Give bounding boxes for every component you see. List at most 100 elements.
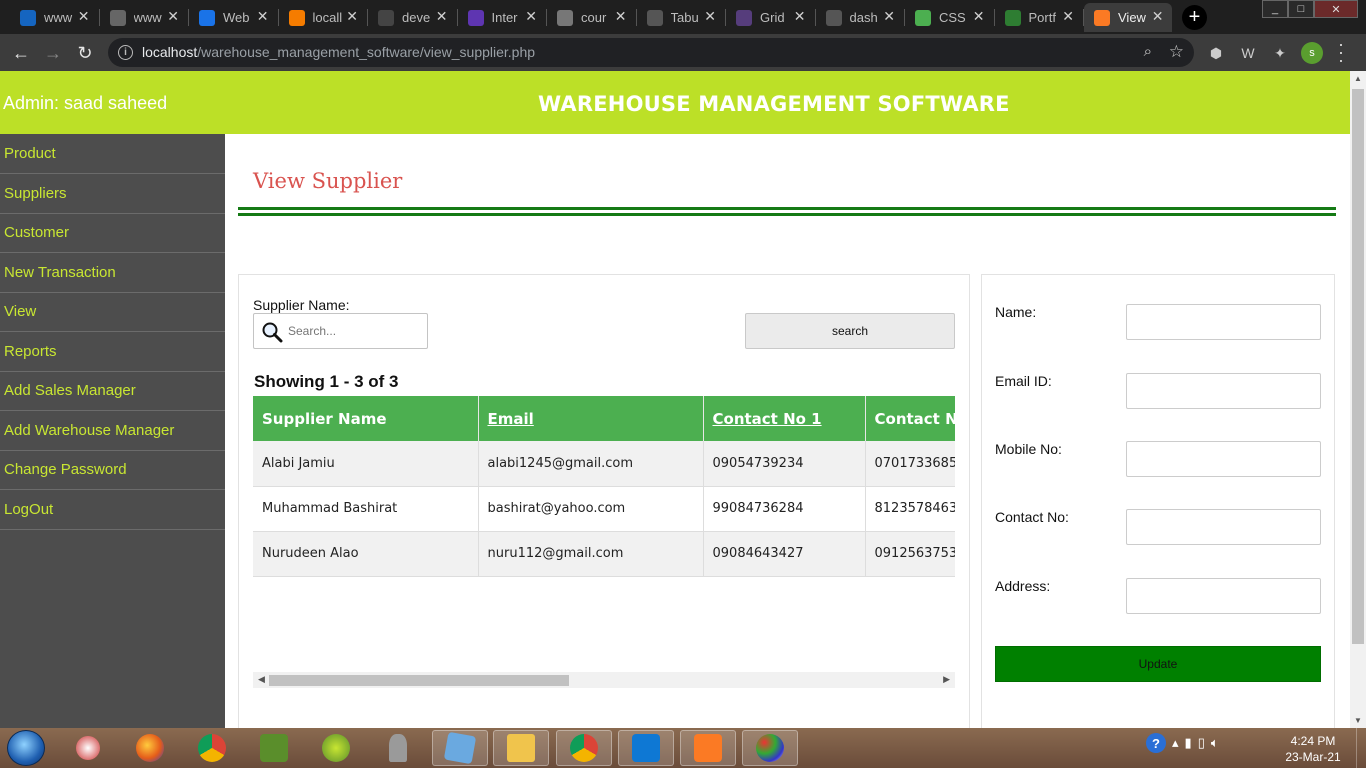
close-tab-icon[interactable]: ✕ [704, 8, 716, 25]
search-field[interactable] [253, 313, 428, 349]
name-field[interactable] [1126, 304, 1321, 340]
chrome-running-icon[interactable] [556, 730, 612, 766]
contact-field[interactable] [1126, 509, 1321, 545]
update-button[interactable]: Update [995, 646, 1321, 682]
scrollbar-thumb[interactable] [269, 675, 569, 686]
close-window-button[interactable]: ✕ [1314, 0, 1358, 18]
scroll-down-icon[interactable]: ▼ [1354, 716, 1362, 725]
paint-icon[interactable] [742, 730, 798, 766]
start-button[interactable] [7, 730, 45, 766]
new-tab-button[interactable]: + [1182, 5, 1207, 30]
address-field[interactable] [1126, 578, 1321, 614]
supplier-table-container[interactable]: Supplier Name Email Contact No 1 Contact… [253, 396, 955, 577]
column-header-email[interactable]: Email [478, 396, 704, 441]
email-field[interactable] [1126, 373, 1321, 409]
back-icon[interactable]: ← [9, 41, 33, 65]
close-tab-icon[interactable]: ✕ [883, 8, 895, 25]
taskbar-clock[interactable]: 4:24 PM 23-Mar-21 [1278, 733, 1348, 765]
search-input[interactable] [288, 322, 418, 340]
close-tab-icon[interactable]: ✕ [436, 8, 448, 25]
sidebar-item-add-sales-manager[interactable]: Add Sales Manager [0, 371, 225, 411]
close-tab-icon[interactable]: ✕ [257, 8, 269, 25]
close-tab-icon[interactable]: ✕ [1062, 8, 1074, 25]
sidebar-item-logout[interactable]: LogOut [0, 490, 225, 530]
browser-tab[interactable]: www ✕ [10, 3, 98, 32]
scroll-up-icon[interactable]: ▲ [1354, 74, 1362, 83]
extension-cube-icon[interactable]: ⬢ [1207, 44, 1225, 62]
sidebar-item-suppliers[interactable]: Suppliers [0, 174, 225, 214]
close-tab-icon[interactable]: ✕ [615, 8, 627, 25]
minimize-button[interactable]: _ [1262, 0, 1288, 18]
table-horizontal-scrollbar[interactable]: ◀ ▶ [253, 672, 955, 688]
file-explorer-icon[interactable] [493, 730, 549, 766]
page-vertical-scrollbar[interactable]: ▲ ▼ [1350, 71, 1366, 728]
volume-icon[interactable]: 🔈︎ [1211, 735, 1219, 751]
close-tab-icon[interactable]: ✕ [794, 8, 806, 25]
site-info-icon[interactable]: i [118, 45, 133, 60]
sidebar-item-reports[interactable]: Reports [0, 332, 225, 372]
firefox-icon[interactable] [122, 730, 178, 766]
browser-tab[interactable]: dash ✕ [816, 3, 904, 32]
browser-tab[interactable]: Tabu ✕ [637, 3, 725, 32]
close-tab-icon[interactable]: ✕ [973, 8, 985, 25]
mobile-field[interactable] [1126, 441, 1321, 477]
tab-separator [725, 9, 726, 26]
close-tab-icon[interactable]: ✕ [1152, 8, 1164, 25]
virtualbox-icon[interactable] [432, 730, 488, 766]
game-app-icon[interactable] [246, 730, 302, 766]
profile-avatar[interactable]: s [1301, 42, 1323, 64]
table-row[interactable]: Nurudeen Alao nuru112@gmail.com 09084643… [253, 531, 955, 577]
browser-tab[interactable]: Portf ✕ [995, 3, 1083, 32]
scroll-right-icon[interactable]: ▶ [943, 674, 950, 685]
battery-icon[interactable]: ▯ [1198, 735, 1205, 751]
snipping-tool-icon[interactable] [60, 730, 116, 766]
close-tab-icon[interactable]: ✕ [78, 8, 90, 25]
browser-tab[interactable]: locall ✕ [279, 3, 367, 32]
column-header-contact-1[interactable]: Contact No 1 [703, 396, 866, 441]
network-icon[interactable]: ▮ [1185, 735, 1192, 751]
forward-icon[interactable]: → [41, 41, 65, 65]
extensions-puzzle-icon[interactable]: ✦ [1271, 44, 1289, 62]
sidebar-item-change-password[interactable]: Change Password [0, 450, 225, 490]
browser-tab[interactable]: Grid ✕ [726, 3, 814, 32]
browser-tab[interactable]: CSS ✕ [905, 3, 993, 32]
sidebar-item-new-transaction[interactable]: New Transaction [0, 253, 225, 293]
menu-dots-icon[interactable]: · · · [1333, 35, 1349, 69]
sidebar-item-view[interactable]: View [0, 292, 225, 332]
close-tab-icon[interactable]: ✕ [167, 8, 179, 25]
show-desktop-button[interactable] [1356, 728, 1366, 768]
scroll-left-icon[interactable]: ◀ [258, 674, 265, 685]
table-cell: 09054739234 [703, 441, 866, 487]
reload-icon[interactable]: ↻ [73, 41, 97, 65]
browser-tab[interactable]: www ✕ [100, 3, 188, 32]
browser-tab-title: locall [312, 10, 343, 25]
vscode-icon[interactable] [618, 730, 674, 766]
xampp-icon[interactable] [680, 730, 736, 766]
close-tab-icon[interactable]: ✕ [346, 8, 358, 25]
browser-tab[interactable]: cour ✕ [547, 3, 635, 32]
sidebar-item-customer[interactable]: Customer [0, 213, 225, 253]
extension-w-icon[interactable]: W [1239, 44, 1257, 62]
maximize-button[interactable]: □ [1288, 0, 1314, 18]
sidebar-item-product[interactable]: Product [0, 134, 225, 174]
address-bar[interactable]: i localhost/warehouse_management_softwar… [108, 38, 1194, 67]
tab-separator [814, 9, 816, 26]
browser-tab[interactable]: View ✕ [1084, 3, 1172, 32]
search-button[interactable]: search [745, 313, 955, 349]
chameleon-app-icon[interactable] [308, 730, 364, 766]
url-text[interactable]: localhost/warehouse_management_software/… [142, 44, 535, 60]
help-icon[interactable]: ? [1146, 733, 1166, 753]
close-tab-icon[interactable]: ✕ [525, 8, 537, 25]
bookmark-star-icon[interactable]: ☆ [1169, 42, 1184, 62]
browser-tab[interactable]: Web ✕ [189, 3, 277, 32]
sidebar-item-add-warehouse-manager[interactable]: Add Warehouse Manager [0, 411, 225, 451]
chrome-icon[interactable] [184, 730, 240, 766]
zoom-icon[interactable]: ⌕ [1144, 43, 1152, 60]
show-hidden-icons-icon[interactable]: ▴ [1172, 735, 1179, 751]
browser-tab[interactable]: deve ✕ [368, 3, 456, 32]
table-row[interactable]: Muhammad Bashirat bashirat@yahoo.com 990… [253, 486, 955, 532]
browser-tab[interactable]: Inter ✕ [458, 3, 546, 32]
table-row[interactable]: Alabi Jamiu alabi1245@gmail.com 09054739… [253, 441, 955, 487]
scrollbar-thumb[interactable] [1352, 89, 1364, 644]
rocket-app-icon[interactable] [370, 730, 426, 766]
